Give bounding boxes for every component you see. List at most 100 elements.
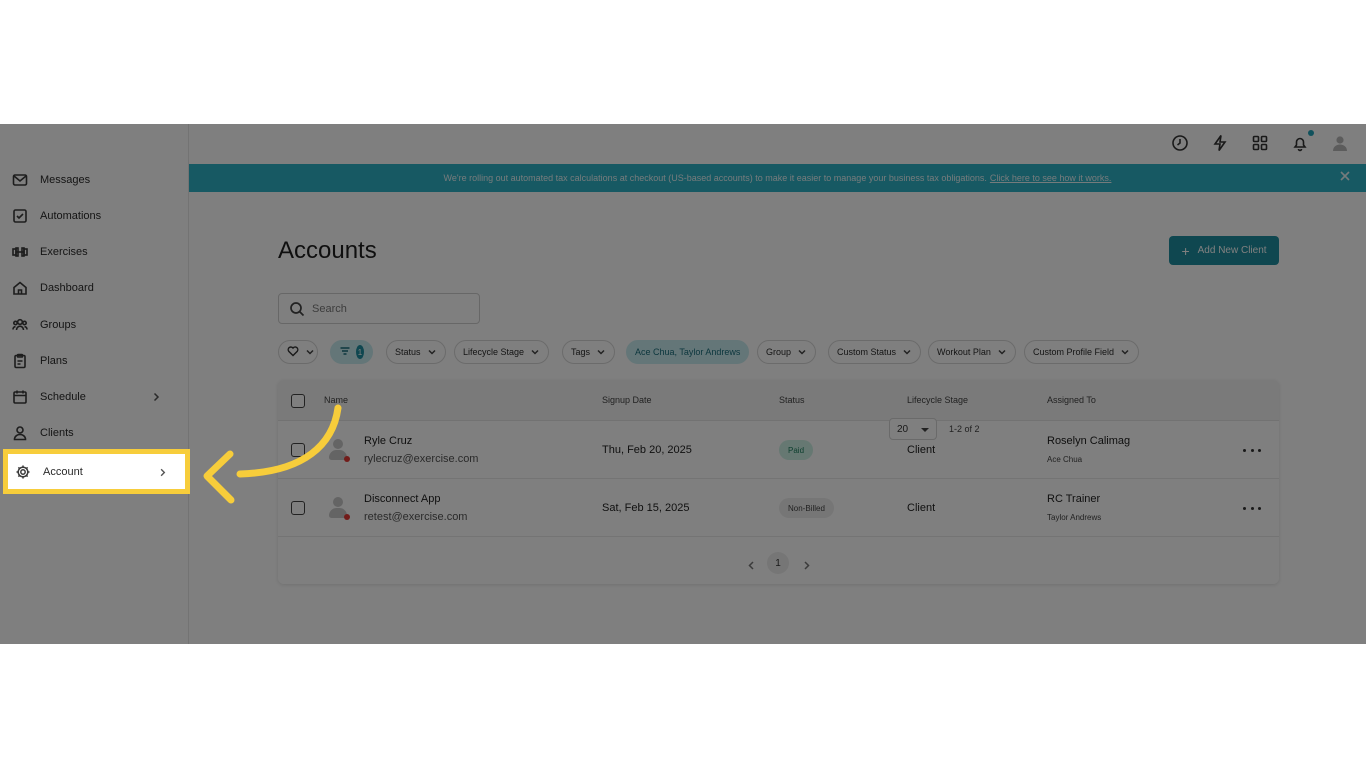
lightning-icon[interactable] (1211, 134, 1231, 154)
more-options-icon[interactable] (1243, 445, 1261, 455)
filter-toggle[interactable]: 1 (330, 340, 373, 364)
status-filter[interactable]: Status (386, 340, 446, 364)
profile-avatar-icon[interactable] (1331, 134, 1351, 154)
status-badge: Paid (779, 440, 814, 460)
select-all-checkbox[interactable] (291, 394, 305, 408)
sidebar-item-label: Exercises (40, 246, 88, 258)
tags-filter[interactable]: Tags (562, 340, 616, 364)
sidebar: Messages Automations Exercises Dashboard… (0, 124, 189, 644)
sidebar-item-dashboard[interactable]: Dashboard (0, 270, 188, 306)
sidebar-item-plans[interactable]: Plans (0, 343, 188, 379)
chip-label: Custom Status (837, 347, 897, 357)
sidebar-item-label: Schedule (40, 391, 86, 403)
add-new-client-button[interactable]: + Add New Client (1169, 236, 1279, 265)
favorites-filter[interactable] (278, 340, 318, 364)
table-row[interactable]: Disconnect App retest@exercise.com Sat, … (278, 479, 1279, 537)
column-header-assigned-to[interactable]: Assigned To (1047, 395, 1096, 405)
chip-label: Group (766, 347, 792, 357)
dumbbell-icon (11, 243, 29, 261)
chevron-down-icon (997, 347, 1007, 357)
pagination-range: 1-2 of 2 (949, 424, 980, 434)
chevron-down-icon (305, 347, 315, 357)
close-icon[interactable] (1340, 171, 1352, 183)
chip-label: Custom Profile Field (1033, 347, 1115, 357)
lifecycle-stage-filter[interactable]: Lifecycle Stage (454, 340, 550, 364)
search-input[interactable] (312, 302, 462, 315)
top-bar (189, 124, 1366, 164)
chevron-right-icon (157, 465, 169, 477)
chip-label: Workout Plan (937, 347, 991, 357)
clipboard-icon (11, 352, 29, 370)
chip-label: Tags (571, 347, 591, 357)
column-header-signup-date[interactable]: Signup Date (602, 395, 652, 405)
client-name[interactable]: Disconnect App (364, 493, 440, 505)
row-checkbox[interactable] (291, 501, 305, 515)
sidebar-item-label: Plans (40, 355, 68, 367)
check-square-icon (11, 207, 29, 225)
account-highlight-frame: Account (3, 449, 190, 494)
banner-link[interactable]: Click here to see how it works. (990, 173, 1112, 183)
apps-grid-icon[interactable] (1251, 134, 1271, 154)
sidebar-item-exercises[interactable]: Exercises (0, 234, 188, 270)
chevron-down-icon (797, 347, 807, 357)
chevron-left-icon[interactable] (747, 557, 757, 570)
gear-icon (14, 463, 32, 481)
sidebar-item-account[interactable]: Account (8, 454, 185, 489)
sidebar-item-automations[interactable]: Automations (0, 198, 188, 234)
sidebar-item-label: Dashboard (40, 282, 94, 294)
page-title: Accounts (278, 237, 377, 264)
accounts-table: Name Signup Date Status Lifecycle Stage … (278, 380, 1279, 584)
chevron-down-icon (902, 347, 912, 357)
rows-per-page-value: 20 (897, 423, 909, 435)
chevron-down-icon (530, 347, 540, 357)
column-header-status[interactable]: Status (779, 395, 805, 405)
chevron-down-icon (1120, 347, 1130, 357)
chip-label: Ace Chua, Taylor Andrews (635, 347, 741, 357)
mail-icon (11, 171, 29, 189)
client-email: rylecruz@exercise.com (364, 453, 479, 465)
bell-icon[interactable] (1291, 134, 1311, 154)
row-checkbox[interactable] (291, 443, 305, 457)
chevron-down-icon (427, 347, 437, 357)
heart-icon (287, 345, 299, 359)
tax-announcement-banner: We're rolling out automated tax calculat… (189, 164, 1366, 192)
chevron-down-icon (596, 347, 606, 357)
home-icon (11, 279, 29, 297)
sidebar-item-label: Clients (40, 427, 74, 439)
status-badge: Non-Billed (779, 498, 834, 518)
custom-profile-field-filter[interactable]: Custom Profile Field (1024, 340, 1140, 364)
clock-icon[interactable] (1171, 134, 1191, 154)
more-options-icon[interactable] (1243, 503, 1261, 513)
column-header-name[interactable]: Name (324, 395, 348, 405)
rows-per-page-select[interactable]: 20 (889, 418, 937, 440)
signup-date: Sat, Feb 15, 2025 (602, 502, 690, 514)
sidebar-item-clients[interactable]: Clients (0, 415, 188, 451)
chevron-right-icon[interactable] (802, 557, 812, 570)
search-box (278, 293, 480, 324)
filter-count-badge: 1 (356, 345, 364, 359)
assigned-trainer: RC Trainer (1047, 493, 1101, 505)
page-number-button[interactable]: 1 (767, 552, 789, 574)
app-window: Messages Automations Exercises Dashboard… (0, 124, 1366, 644)
lifecycle-stage: Client (907, 444, 936, 456)
notification-dot (1308, 130, 1314, 136)
chip-label: Lifecycle Stage (463, 347, 525, 357)
users-icon (11, 316, 29, 334)
assigned-to-filter[interactable]: Ace Chua, Taylor Andrews (626, 340, 750, 364)
sidebar-item-schedule[interactable]: Schedule (0, 379, 188, 415)
lifecycle-stage: Client (907, 502, 936, 514)
sidebar-item-label: Automations (40, 210, 102, 222)
banner-text: We're rolling out automated tax calculat… (443, 173, 987, 183)
custom-status-filter[interactable]: Custom Status (828, 340, 922, 364)
chevron-right-icon (150, 390, 164, 404)
assigned-sub: Taylor Andrews (1047, 513, 1102, 522)
column-header-lifecycle-stage[interactable]: Lifecycle Stage (907, 395, 968, 405)
table-row[interactable]: Ryle Cruz rylecruz@exercise.com Thu, Feb… (278, 421, 1279, 479)
group-filter[interactable]: Group (757, 340, 817, 364)
workout-plan-filter[interactable]: Workout Plan (928, 340, 1016, 364)
sidebar-item-groups[interactable]: Groups (0, 307, 188, 343)
user-icon (11, 424, 29, 442)
sidebar-item-messages[interactable]: Messages (0, 162, 188, 198)
client-name[interactable]: Ryle Cruz (364, 435, 412, 447)
sidebar-item-label: Groups (40, 319, 77, 331)
